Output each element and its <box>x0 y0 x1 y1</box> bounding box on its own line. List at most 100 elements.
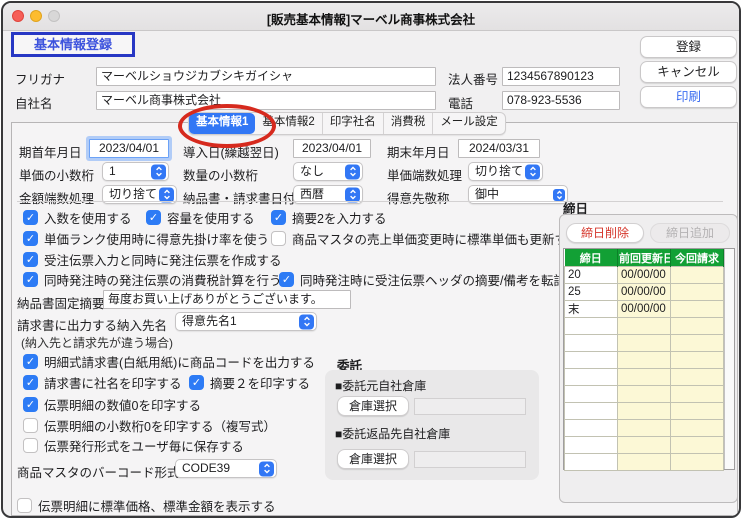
stepper-icon[interactable] <box>525 164 540 179</box>
closing-cell[interactable] <box>671 386 724 403</box>
closing-cell[interactable]: 00/00/00 <box>618 284 671 301</box>
closing-table-row[interactable] <box>565 420 724 437</box>
checkbox-show-std-price[interactable]: 伝票明細に標準価格、標準金額を表示する <box>17 496 276 515</box>
stepper-icon[interactable] <box>259 461 274 476</box>
company-name-input[interactable]: マーベル商事株式会社 <box>96 91 436 110</box>
closing-cell[interactable] <box>671 301 724 318</box>
title-bar[interactable]: [販売基本情報]マーベル商事株式会社 <box>3 3 739 31</box>
checkbox-icon[interactable] <box>23 397 38 412</box>
closing-table-row[interactable]: 末00/00/00 <box>565 301 724 318</box>
print-button[interactable]: 印刷 <box>640 86 737 108</box>
closing-cell[interactable] <box>618 369 671 386</box>
closing-table-row[interactable] <box>565 352 724 369</box>
closing-table-row[interactable] <box>565 403 724 420</box>
closing-cell[interactable] <box>671 369 724 386</box>
checkbox-icon[interactable] <box>23 252 38 267</box>
closing-table-row[interactable] <box>565 386 724 403</box>
closing-table-row[interactable] <box>565 335 724 352</box>
checkbox-icon[interactable] <box>17 498 32 513</box>
closing-cell[interactable]: 00/00/00 <box>618 301 671 318</box>
stepper-icon[interactable] <box>151 164 166 179</box>
closing-cell[interactable] <box>565 454 618 471</box>
checkbox-print-zero-value[interactable]: 伝票明細の数値0を印字する <box>23 395 201 414</box>
closing-cell[interactable] <box>671 352 724 369</box>
warehouse-select-button-return[interactable]: 倉庫選択 <box>337 449 409 469</box>
closing-cell[interactable] <box>565 437 618 454</box>
checkbox-update-std-price[interactable]: 商品マスタの売上単価変更時に標準単価も更新する <box>271 229 580 248</box>
checkbox-icon[interactable] <box>271 231 286 246</box>
closing-cell[interactable] <box>618 386 671 403</box>
closing-cell[interactable] <box>618 352 671 369</box>
unit-rounding-select[interactable]: 切り捨て <box>468 162 543 181</box>
fiscal-start-input[interactable]: 2023/04/01 <box>89 139 169 158</box>
closing-table-row[interactable] <box>565 454 724 471</box>
warehouse-field-origin[interactable] <box>414 398 526 415</box>
warehouse-select-button-origin[interactable]: 倉庫選択 <box>337 396 409 416</box>
closing-cell[interactable] <box>618 403 671 420</box>
closing-table-row[interactable] <box>565 318 724 335</box>
closing-cell[interactable] <box>565 352 618 369</box>
closing-table-row[interactable] <box>565 369 724 386</box>
closing-cell[interactable] <box>565 369 618 386</box>
register-button[interactable]: 登録 <box>640 36 737 58</box>
invoice-dest-select[interactable]: 得意先名1 <box>175 312 317 331</box>
closing-cell[interactable] <box>671 403 724 420</box>
qty-decimal-select[interactable]: なし <box>293 162 363 181</box>
phone-input[interactable]: 078-923-5536 <box>502 91 620 110</box>
closing-cell[interactable] <box>618 454 671 471</box>
checkbox-icon[interactable] <box>23 438 38 453</box>
tab-mail-settings[interactable]: メール設定 <box>432 113 505 134</box>
closing-cell[interactable] <box>565 403 618 420</box>
checkbox-icon[interactable] <box>23 354 38 369</box>
checkbox-create-po-with-so[interactable]: 受注伝票入力と同時に発注伝票を作成する <box>23 250 282 269</box>
checkbox-use-case-qty[interactable]: 入数を使用する <box>23 208 132 227</box>
tab-print-company-name[interactable]: 印字社名 <box>322 113 383 134</box>
tab-consumption-tax[interactable]: 消費税 <box>383 113 433 134</box>
warehouse-field-return[interactable] <box>414 451 526 468</box>
furigana-input[interactable]: マーベルショウジカブシキガイシャ <box>96 67 436 86</box>
checkbox-save-per-user[interactable]: 伝票発行形式をユーザ毎に保存する <box>23 436 244 455</box>
stepper-icon[interactable] <box>159 187 174 202</box>
checkbox-print-zero-decimal[interactable]: 伝票明細の小数桁0を印字する（複写式） <box>23 416 276 435</box>
stepper-icon[interactable] <box>345 164 360 179</box>
closing-cell[interactable] <box>565 386 618 403</box>
closing-cell[interactable] <box>671 420 724 437</box>
checkbox-input-summary2[interactable]: 摘要2を入力する <box>271 208 386 227</box>
fixed-summary-input[interactable]: 毎度お買い上げありがとうございます。 <box>103 290 351 309</box>
checkbox-print-summary2[interactable]: 摘要２を印字する <box>189 373 310 392</box>
closing-cell[interactable] <box>618 318 671 335</box>
closing-cell[interactable] <box>565 420 618 437</box>
closing-cell[interactable] <box>565 335 618 352</box>
checkbox-use-capacity[interactable]: 容量を使用する <box>146 208 255 227</box>
closing-cell[interactable] <box>618 420 671 437</box>
barcode-format-select[interactable]: CODE39 <box>175 459 277 478</box>
closing-cell[interactable]: 25 <box>565 284 618 301</box>
closing-cell[interactable] <box>671 267 724 284</box>
cancel-button[interactable]: キャンセル <box>640 61 737 83</box>
closing-cell[interactable]: 00/00/00 <box>618 267 671 284</box>
closing-cell[interactable] <box>671 284 724 301</box>
intro-date-input[interactable]: 2023/04/01 <box>293 139 371 158</box>
closing-cell[interactable]: 20 <box>565 267 618 284</box>
checkbox-icon[interactable] <box>23 231 38 246</box>
stepper-icon[interactable] <box>299 314 314 329</box>
closing-table-row[interactable]: 2500/00/00 <box>565 284 724 301</box>
closing-table-row[interactable]: 2000/00/00 <box>565 267 724 284</box>
tab-basic-info-1[interactable]: 基本情報1 <box>189 113 255 134</box>
checkbox-po-tax-calc[interactable]: 同時発注時の発注伝票の消費税計算を行う <box>23 270 282 289</box>
closing-table-scrollbar[interactable] <box>724 249 734 469</box>
closing-cell[interactable] <box>565 318 618 335</box>
closing-delete-button[interactable]: 締日削除 <box>566 223 644 243</box>
checkbox-print-company-name[interactable]: 請求書に社名を印字する <box>23 373 182 392</box>
checkbox-icon[interactable] <box>23 272 38 287</box>
closing-table-row[interactable] <box>565 437 724 454</box>
closing-cell[interactable] <box>671 318 724 335</box>
checkbox-use-customer-rate[interactable]: 単価ランク使用時に得意先掛け率を使う <box>23 229 269 248</box>
closing-cell[interactable] <box>671 437 724 454</box>
closing-cell[interactable]: 末 <box>565 301 618 318</box>
closing-cell[interactable] <box>618 437 671 454</box>
checkbox-print-product-code[interactable]: 明細式請求書(白紙用紙)に商品コードを出力する <box>23 352 315 371</box>
closing-cell[interactable] <box>671 335 724 352</box>
unit-decimal-select[interactable]: 1 <box>102 162 169 181</box>
checkbox-icon[interactable] <box>189 375 204 390</box>
